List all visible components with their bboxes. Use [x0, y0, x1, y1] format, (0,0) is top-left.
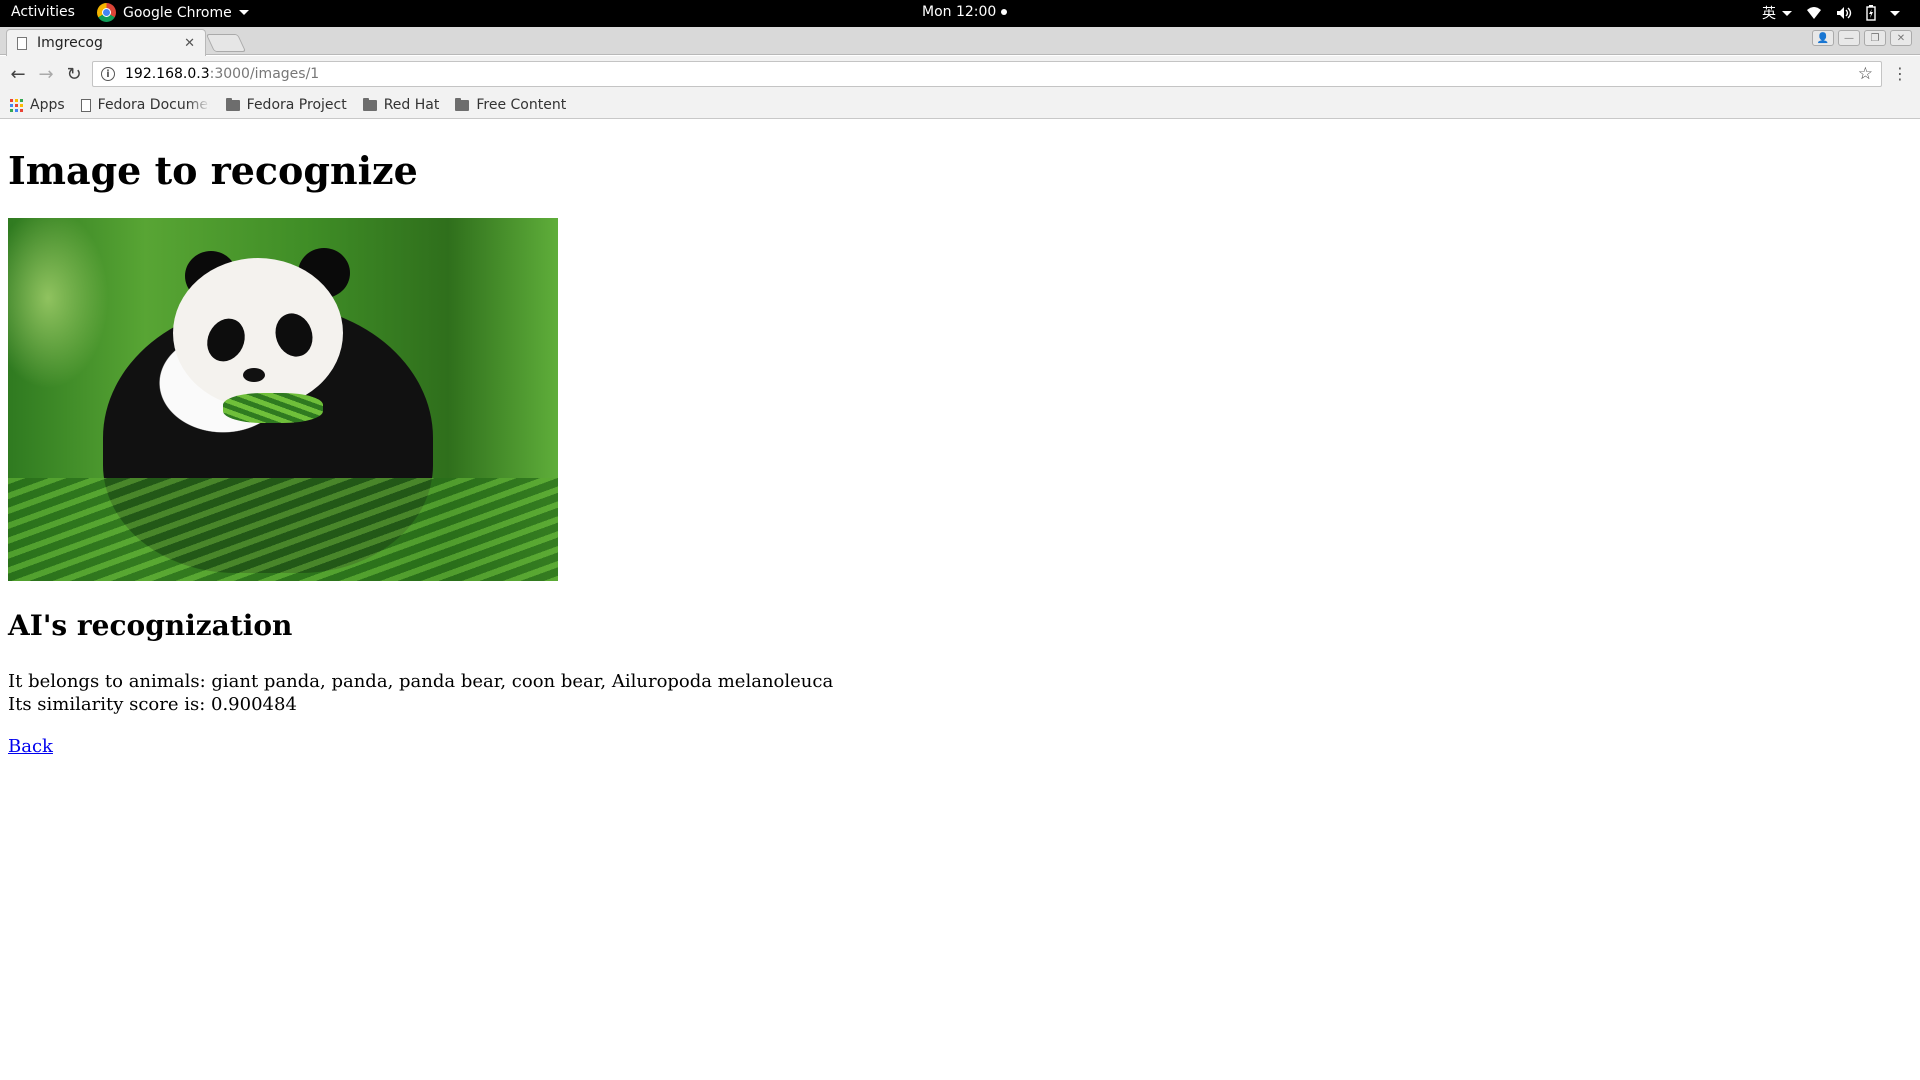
recognition-result: It belongs to animals: giant panda, pand…	[8, 670, 1908, 716]
bookmark-label: Free Content	[476, 97, 567, 113]
bookmark-apps[interactable]: Apps	[10, 97, 65, 113]
bookmark-label: Apps	[30, 97, 65, 113]
reload-icon[interactable]: ↻	[64, 64, 84, 85]
back-link[interactable]: Back	[8, 736, 53, 757]
app-menu-label: Google Chrome	[123, 4, 232, 21]
tab-imgrecog[interactable]: Imgrecog ✕	[6, 29, 206, 56]
info-icon[interactable]: i	[101, 67, 115, 81]
page-icon	[17, 36, 27, 50]
bookmarks-bar: Apps Fedora Documen Fedora Project Red H…	[0, 92, 1920, 119]
page-title: Image to recognize	[8, 148, 418, 193]
panda-nose-shape	[243, 368, 265, 382]
volume-icon	[1836, 6, 1852, 20]
app-menu[interactable]: Google Chrome	[97, 3, 249, 22]
folder-icon	[362, 97, 377, 111]
system-top-bar: Activities Google Chrome Mon 12:00 英	[0, 0, 1920, 27]
bookmark-star-icon[interactable]: ☆	[1858, 64, 1873, 84]
bookmark-label: Red Hat	[383, 97, 440, 113]
result-classes: It belongs to animals: giant panda, pand…	[8, 671, 834, 692]
forward-arrow-icon[interactable]: →	[36, 64, 56, 85]
url-path: :3000/images/1	[209, 66, 320, 82]
clock-label: Mon 12:00	[922, 4, 997, 20]
chrome-logo-icon	[97, 3, 116, 22]
result-score: Its similarity score is: 0.900484	[8, 694, 297, 715]
chrome-menu-icon[interactable]: ⋮	[1892, 64, 1908, 83]
tab-title: Imgrecog	[37, 35, 103, 51]
system-tray[interactable]: 英	[1762, 3, 1900, 23]
maximize-button[interactable]: ❐	[1864, 30, 1886, 46]
bookmark-red-hat[interactable]: Red Hat	[362, 97, 440, 113]
bookmark-label: Fedora Project	[246, 97, 347, 113]
battery-icon	[1866, 5, 1876, 21]
page-icon	[80, 98, 91, 112]
window-controls: 👤 — ❐ ✕	[1812, 30, 1912, 46]
page-content: Image to recognize AI's recognization It…	[8, 120, 1908, 757]
wifi-icon	[1806, 6, 1822, 20]
folder-icon	[225, 97, 240, 111]
apps-icon	[10, 98, 23, 112]
panda-head-shape	[173, 258, 343, 408]
new-tab-button[interactable]	[205, 34, 247, 52]
close-window-button[interactable]: ✕	[1890, 30, 1912, 46]
bamboo-shape	[223, 393, 323, 423]
close-tab-icon[interactable]: ✕	[184, 36, 195, 51]
minimize-button[interactable]: —	[1838, 30, 1860, 46]
bookmark-label: Fedora Documen	[97, 97, 210, 113]
chevron-down-icon	[1782, 10, 1792, 16]
recognition-heading: AI's recognization	[8, 609, 293, 642]
folder-icon	[455, 97, 470, 111]
back-arrow-icon[interactable]: ←	[8, 64, 28, 85]
activities-button[interactable]: Activities	[11, 4, 75, 20]
bookmark-free-content[interactable]: Free Content	[455, 97, 566, 113]
clock[interactable]: Mon 12:00	[922, 4, 1008, 20]
profile-icon[interactable]: 👤	[1812, 30, 1834, 46]
input-method-indicator[interactable]: 英	[1762, 3, 1792, 23]
address-bar[interactable]: i 192.168.0.3:3000/images/1 ☆	[92, 61, 1882, 87]
bookmark-fedora-project[interactable]: Fedora Project	[225, 97, 347, 113]
bookmark-fedora-documentation[interactable]: Fedora Documen	[80, 97, 210, 113]
panda-image	[8, 218, 558, 581]
tab-strip: Imgrecog ✕ 👤 — ❐ ✕	[0, 27, 1920, 56]
url-host: 192.168.0.3	[125, 66, 210, 82]
browser-toolbar: ← → ↻ i 192.168.0.3:3000/images/1 ☆ ⋮	[0, 56, 1920, 92]
bamboo-leaves-shape	[8, 478, 558, 581]
input-method-label: 英	[1762, 6, 1776, 22]
chevron-down-icon	[238, 10, 249, 15]
system-menu-chevron-icon[interactable]	[1890, 10, 1900, 16]
notification-dot-icon	[1001, 9, 1008, 15]
